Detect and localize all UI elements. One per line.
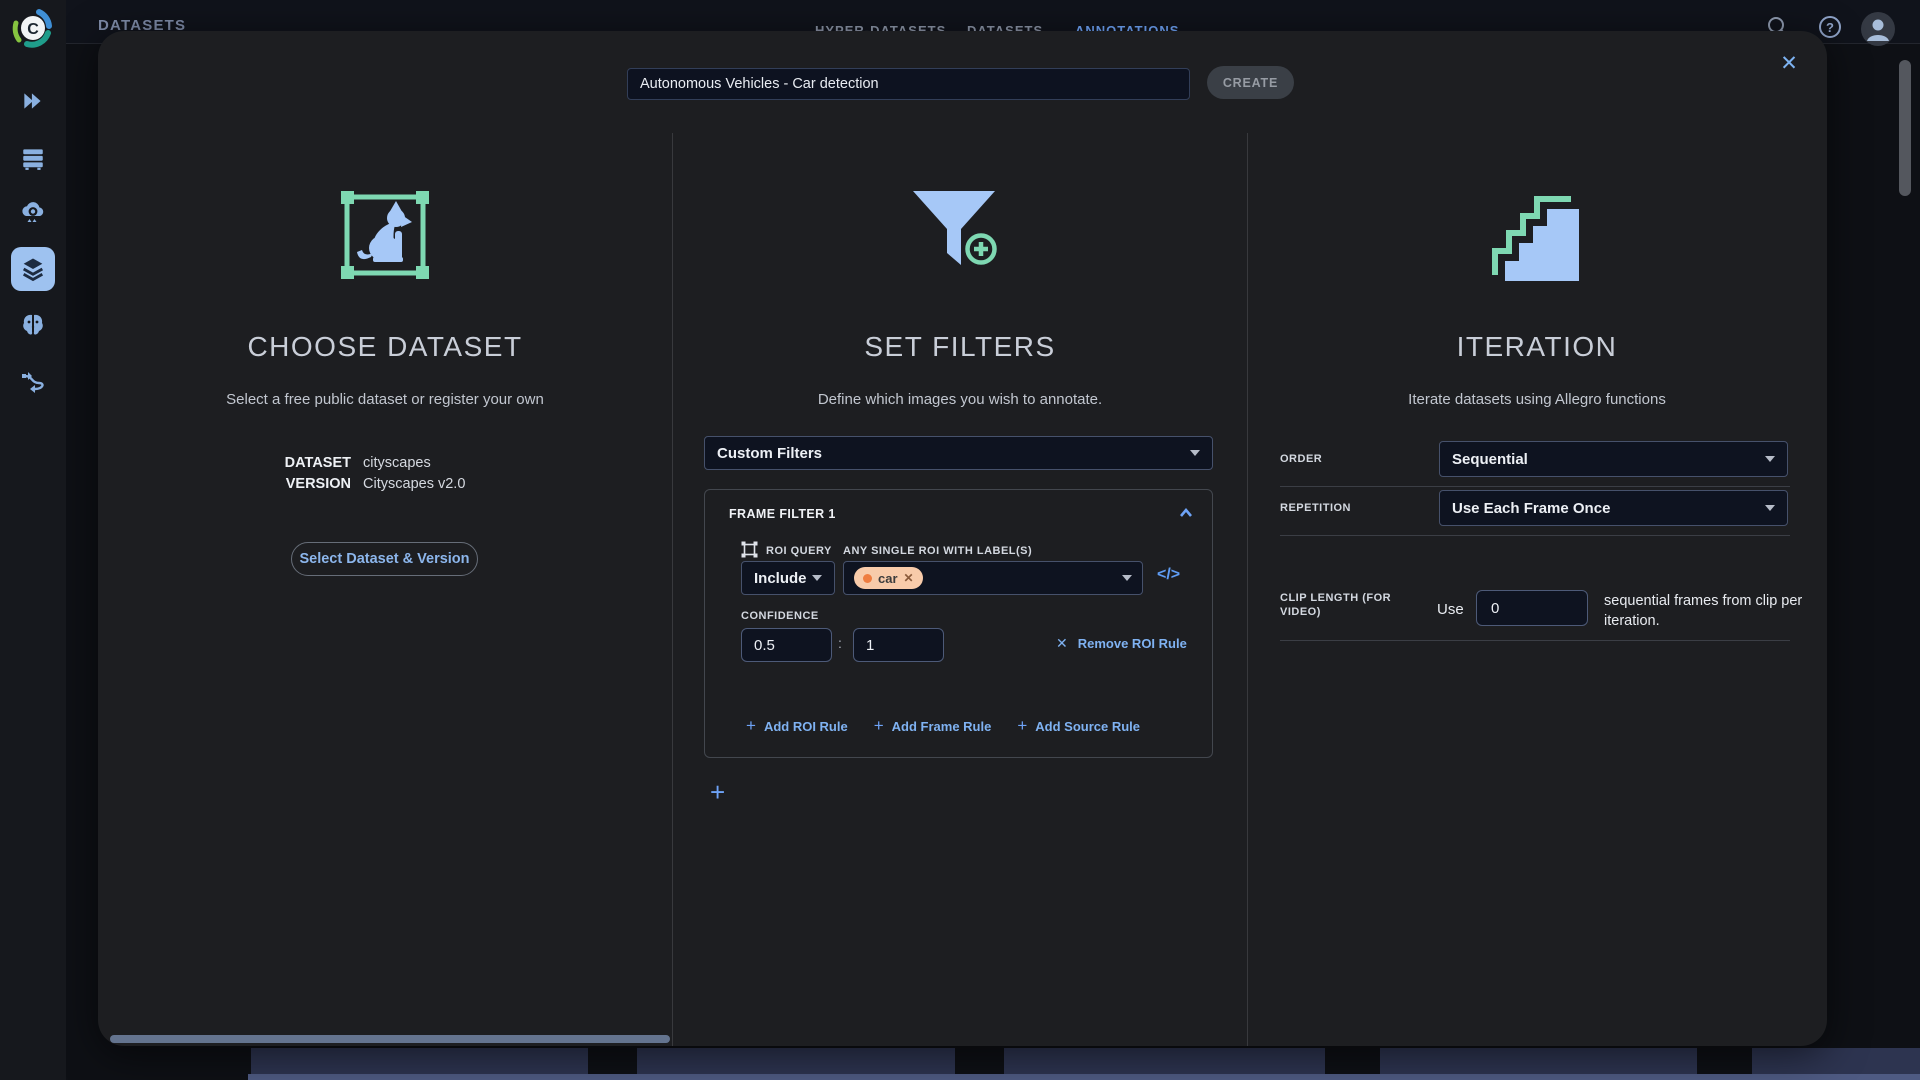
order-value: Sequential <box>1452 451 1528 468</box>
chevron-down-icon <box>1190 450 1200 456</box>
remove-x-icon: ✕ <box>1056 635 1068 652</box>
column-divider <box>1247 133 1248 1046</box>
repetition-select[interactable]: Use Each Frame Once <box>1439 490 1788 526</box>
version-field-value: Cityscapes v2.0 <box>363 476 465 492</box>
add-source-rule-label: Add Source Rule <box>1035 719 1140 734</box>
background-table-cell <box>1752 1048 1920 1074</box>
column-divider <box>672 133 673 1046</box>
row-divider <box>1280 640 1790 641</box>
close-icon[interactable]: ✕ <box>1774 49 1804 79</box>
row-divider <box>1280 535 1790 536</box>
add-rules-row: + Add ROI Rule + Add Frame Rule + Add So… <box>746 716 1140 736</box>
chevron-down-icon <box>812 575 822 581</box>
iteration-description: Iterate datasets using Allegro functions <box>1297 391 1777 408</box>
page-vertical-scrollbar[interactable] <box>1899 60 1911 196</box>
label-color-dot <box>863 574 872 583</box>
add-roi-rule-link[interactable]: + Add ROI Rule <box>746 716 848 736</box>
set-filters-description: Define which images you wish to annotate… <box>720 391 1200 408</box>
add-roi-rule-label: Add ROI Rule <box>764 719 848 734</box>
collapse-chevron-icon[interactable] <box>1178 506 1194 524</box>
roi-labels-select[interactable]: car ✕ <box>843 561 1143 595</box>
add-frame-rule-link[interactable]: + Add Frame Rule <box>874 716 992 736</box>
roi-query-icon <box>741 541 758 563</box>
sidebar: C <box>0 0 66 1080</box>
chip-close-icon[interactable]: ✕ <box>904 571 914 585</box>
frame-filter-panel: FRAME FILTER 1 ROI QUERY ANY SINGLE ROI … <box>704 489 1213 758</box>
dataset-field-label: DATASET <box>275 455 351 471</box>
dataset-frame-icon <box>339 189 431 286</box>
chevron-down-icon <box>1765 505 1775 511</box>
add-frame-filter-button[interactable]: + <box>710 777 725 808</box>
filter-preset-value: Custom Filters <box>717 445 822 462</box>
choose-dataset-heading: CHOOSE DATASET <box>145 331 625 363</box>
background-table-cell <box>1380 1048 1697 1074</box>
svg-text:C: C <box>27 21 39 38</box>
plus-icon: + <box>746 716 756 736</box>
create-button[interactable]: CREATE <box>1207 66 1294 99</box>
repetition-label: REPETITION <box>1280 502 1351 514</box>
roi-match-label: ANY SINGLE ROI WITH LABEL(S) <box>843 545 1032 557</box>
workers-icon[interactable] <box>13 193 53 233</box>
pipelines-icon[interactable] <box>13 362 53 402</box>
choose-dataset-description: Select a free public dataset or register… <box>145 391 625 408</box>
background-table-cell <box>251 1048 588 1074</box>
task-name-input[interactable] <box>627 68 1190 100</box>
plus-icon: + <box>1017 716 1027 736</box>
remove-roi-rule-label: Remove ROI Rule <box>1078 636 1187 651</box>
background-table-cell <box>637 1048 955 1074</box>
select-dataset-version-button[interactable]: Select Dataset & Version <box>291 542 478 576</box>
profile-avatar[interactable] <box>1860 11 1896 52</box>
chevron-down-icon <box>1765 456 1775 462</box>
background-table-cell <box>1004 1048 1325 1074</box>
clip-length-input[interactable] <box>1476 590 1588 626</box>
frame-filter-title: FRAME FILTER 1 <box>729 507 836 521</box>
add-frame-rule-label: Add Frame Rule <box>892 719 992 734</box>
iteration-heading: ITERATION <box>1297 331 1777 363</box>
dog-icon <box>357 201 412 262</box>
clearml-logo[interactable]: C <box>11 6 55 55</box>
queues-icon[interactable] <box>13 138 53 178</box>
dataset-column-horizontal-scrollbar[interactable] <box>110 1035 670 1043</box>
confidence-max-input[interactable] <box>853 628 944 662</box>
remove-roi-rule-link[interactable]: ✕ Remove ROI Rule <box>1056 635 1187 652</box>
order-label: ORDER <box>1280 453 1322 465</box>
svg-text:?: ? <box>1826 20 1834 35</box>
code-view-icon[interactable]: </> <box>1157 566 1180 584</box>
confidence-min-input[interactable] <box>741 628 832 662</box>
row-divider <box>1280 486 1790 487</box>
version-field-row: VERSION Cityscapes v2.0 <box>275 476 465 492</box>
order-select[interactable]: Sequential <box>1439 441 1788 477</box>
background-table-edge <box>248 1074 1920 1080</box>
label-chip[interactable]: car ✕ <box>854 567 923 589</box>
filter-preset-select[interactable]: Custom Filters <box>704 436 1213 470</box>
create-annotation-task-modal: CREATE ✕ CHOOSE DATASET Select a free pu… <box>98 31 1827 1046</box>
include-value: Include <box>754 570 807 587</box>
clip-length-suffix: sequential frames from clip per iteratio… <box>1604 591 1818 631</box>
dataset-field-value: cityscapes <box>363 455 431 471</box>
plus-icon: + <box>874 716 884 736</box>
filter-funnel-icon <box>911 189 1007 289</box>
datasets-icon[interactable] <box>13 249 53 289</box>
use-label: Use <box>1437 601 1464 618</box>
clip-length-label: CLIP LENGTH (FOR VIDEO) <box>1280 591 1430 619</box>
iteration-stairs-icon <box>1489 189 1585 290</box>
dataset-field-row: DATASET cityscapes <box>275 455 431 471</box>
label-chip-text: car <box>878 571 898 586</box>
chevron-down-icon <box>1122 575 1132 581</box>
confidence-label: CONFIDENCE <box>741 610 819 622</box>
version-field-label: VERSION <box>275 476 351 492</box>
models-icon[interactable] <box>13 305 53 345</box>
confidence-separator: : <box>838 635 842 651</box>
roi-query-label: ROI QUERY <box>766 545 832 557</box>
set-filters-heading: SET FILTERS <box>720 331 1200 363</box>
include-select[interactable]: Include <box>741 561 835 595</box>
repetition-value: Use Each Frame Once <box>1452 500 1610 517</box>
expand-icon[interactable] <box>13 81 53 121</box>
add-source-rule-link[interactable]: + Add Source Rule <box>1017 716 1140 736</box>
